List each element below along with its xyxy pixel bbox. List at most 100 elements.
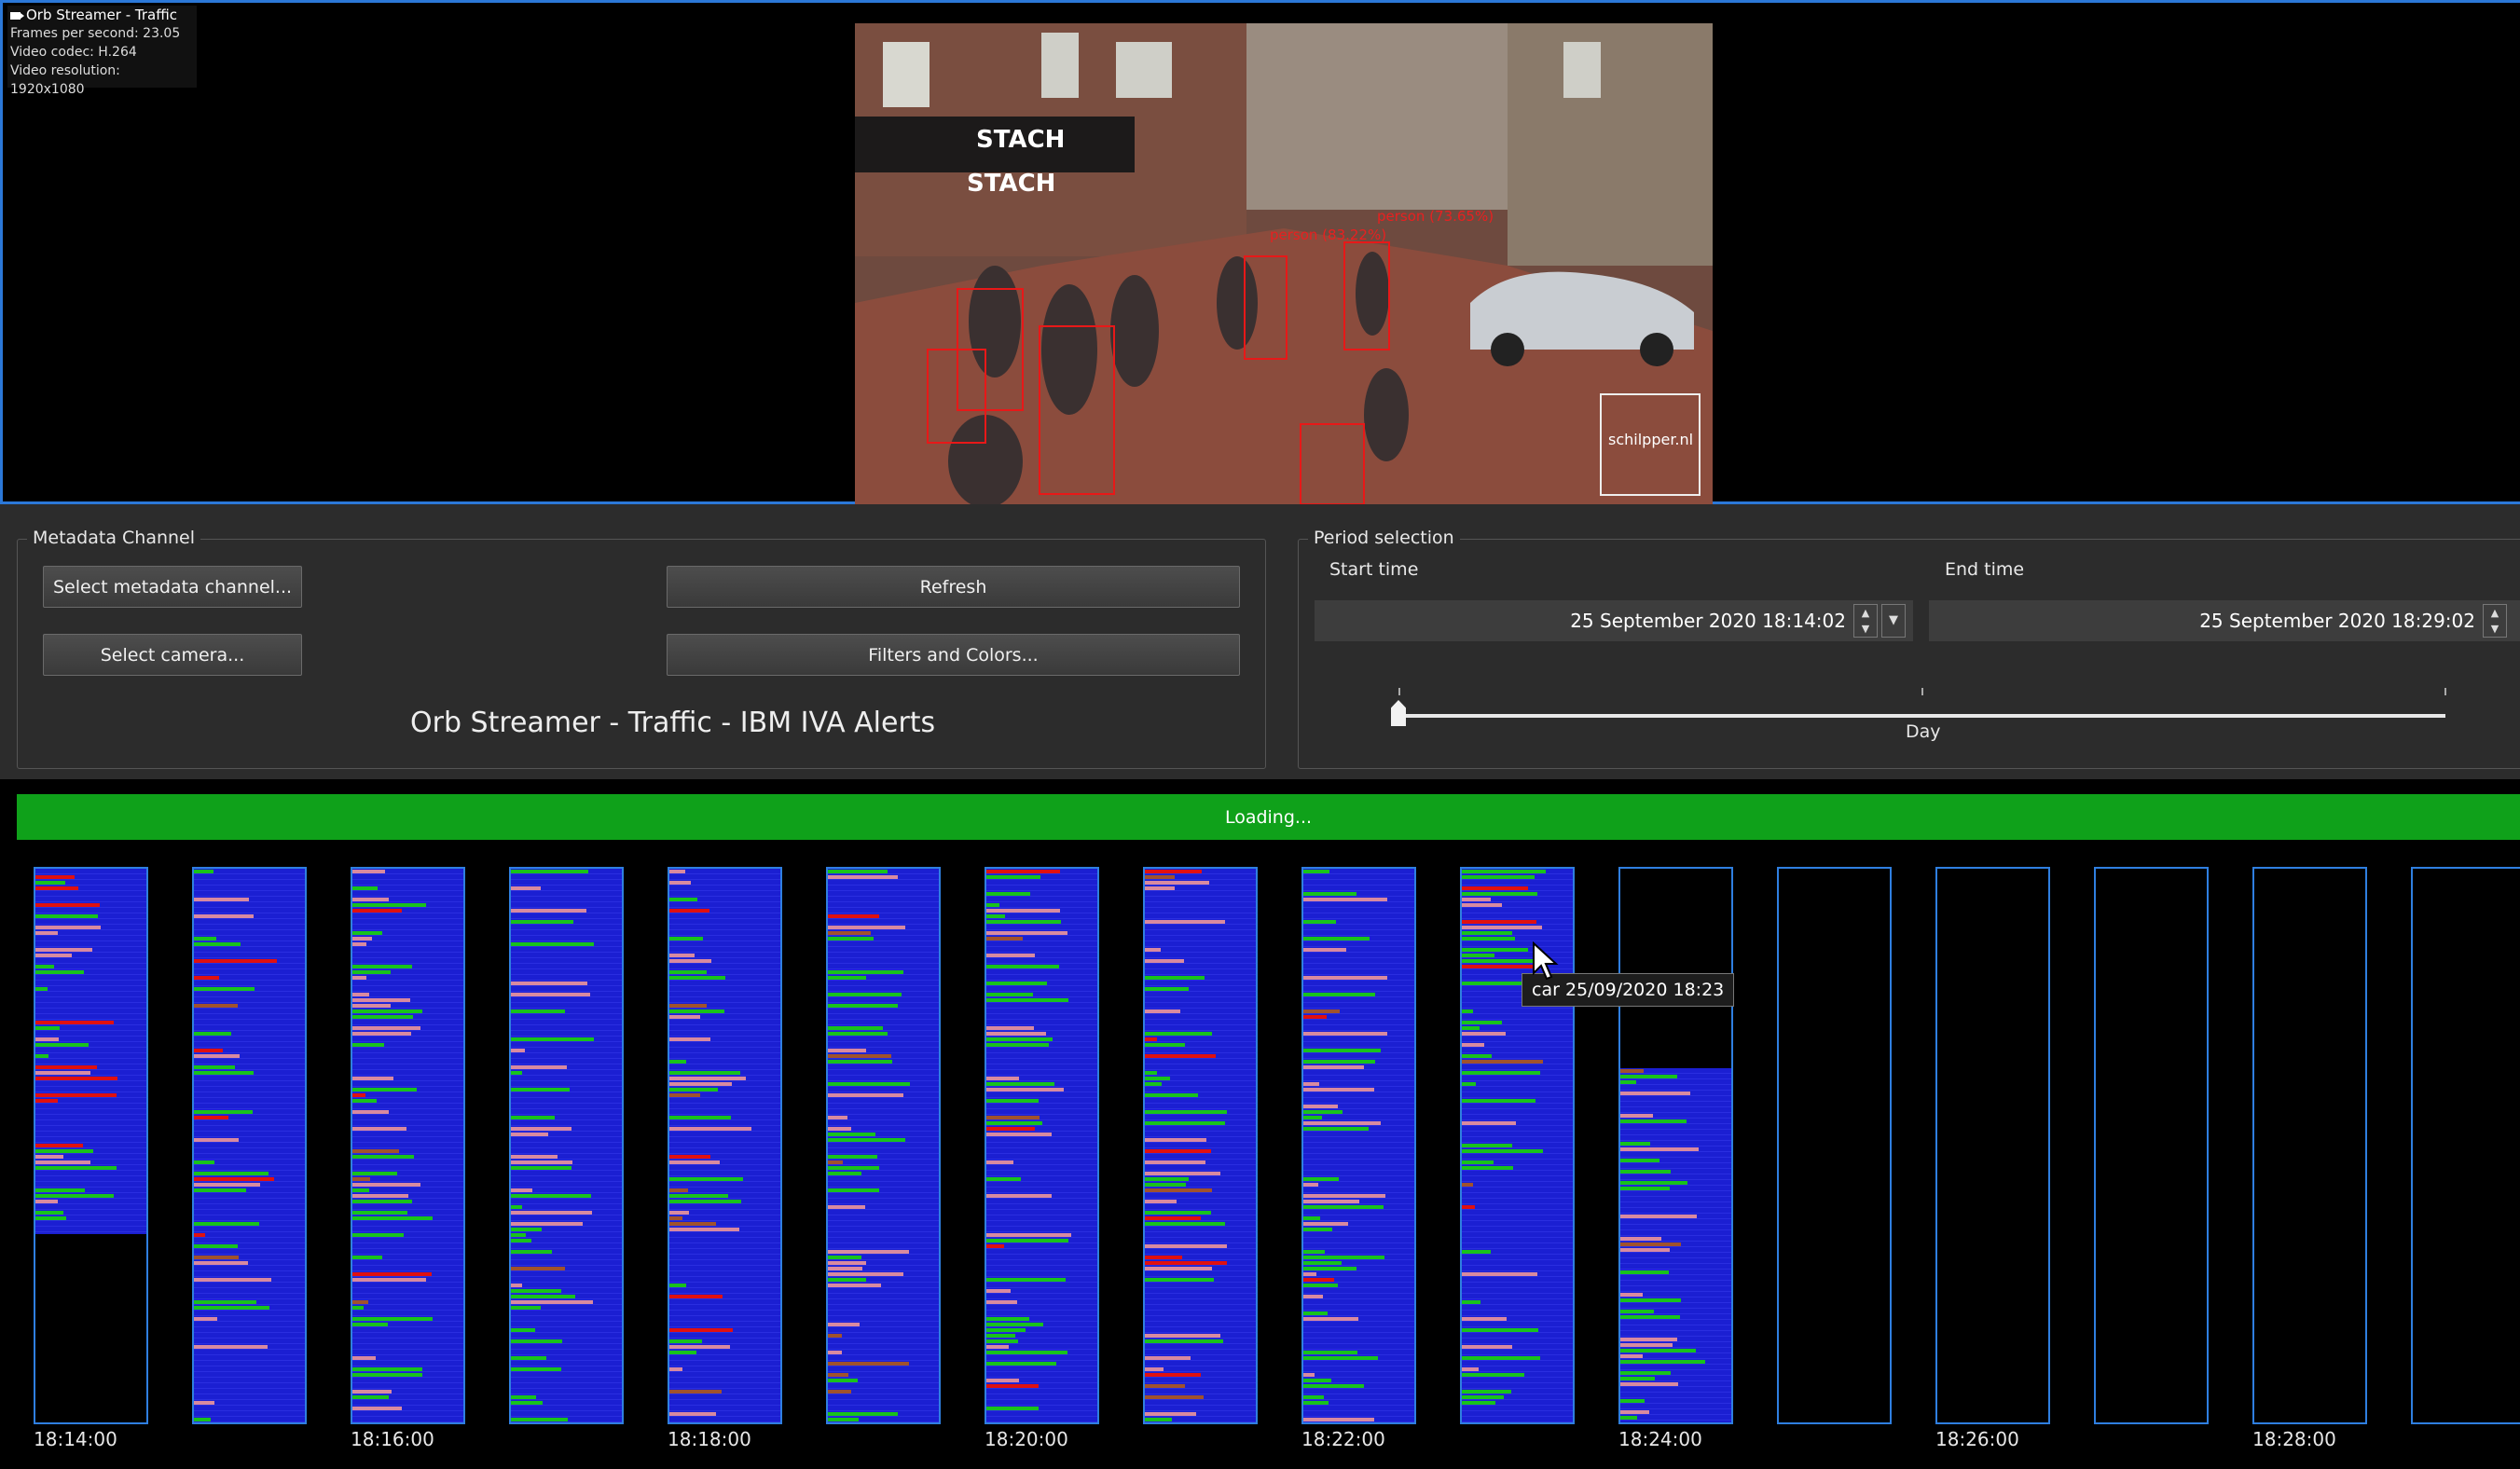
timeline-event[interactable]: [986, 1289, 1011, 1293]
timeline-event[interactable]: [669, 898, 697, 901]
timeline-event[interactable]: [352, 1323, 388, 1326]
timeline-event[interactable]: [35, 1200, 58, 1203]
timeline-event[interactable]: [511, 1295, 575, 1298]
timeline-column[interactable]: [2094, 867, 2209, 1424]
timeline-event[interactable]: [1303, 1177, 1339, 1181]
timeline-event[interactable]: [1145, 1267, 1212, 1270]
timeline-event[interactable]: [352, 1110, 389, 1114]
timeline-event[interactable]: [511, 1233, 526, 1237]
timeline-event[interactable]: [669, 1071, 740, 1075]
timeline-event[interactable]: [1145, 1082, 1162, 1086]
timeline-event[interactable]: [1303, 1009, 1340, 1013]
timeline-event[interactable]: [1145, 1188, 1212, 1192]
timeline-event[interactable]: [511, 1367, 561, 1371]
timeline-event[interactable]: [669, 1295, 723, 1298]
timeline-event[interactable]: [669, 1009, 724, 1013]
timeline-event[interactable]: [1620, 1348, 1696, 1352]
timeline-column[interactable]: [668, 867, 782, 1424]
timeline-event[interactable]: [194, 898, 249, 901]
timeline-event[interactable]: [1620, 1247, 1670, 1252]
timeline-event[interactable]: [828, 1026, 883, 1030]
timeline-event[interactable]: [1620, 1292, 1643, 1297]
timeline-event[interactable]: [1303, 1110, 1343, 1114]
timeline-column[interactable]: [2252, 867, 2367, 1424]
timeline-event[interactable]: [1145, 886, 1175, 890]
timeline-event[interactable]: [828, 1323, 860, 1326]
timeline-event[interactable]: [511, 1155, 558, 1159]
timeline-event[interactable]: [35, 1065, 97, 1069]
timeline-event[interactable]: [1145, 1032, 1212, 1036]
timeline-event[interactable]: [35, 1093, 117, 1097]
timeline-event[interactable]: [828, 976, 866, 980]
timeline-event[interactable]: [986, 909, 1060, 913]
timeline-event[interactable]: [1303, 1116, 1322, 1119]
timeline-event[interactable]: [1462, 1166, 1513, 1170]
timeline-event[interactable]: [986, 1339, 1018, 1343]
timeline-event[interactable]: [986, 1384, 1039, 1388]
timeline-event[interactable]: [828, 1412, 898, 1416]
timeline-event[interactable]: [1462, 1317, 1507, 1321]
timeline-event[interactable]: [986, 1160, 1013, 1164]
timeline-event[interactable]: [35, 965, 54, 968]
timeline-event[interactable]: [511, 1267, 565, 1270]
timeline-event[interactable]: [35, 886, 78, 890]
select-camera-button[interactable]: Select camera...: [43, 634, 302, 676]
timeline-event[interactable]: [1145, 1384, 1185, 1388]
timeline-event[interactable]: [352, 993, 369, 996]
timeline-event[interactable]: [828, 1373, 848, 1377]
timeline-event[interactable]: [194, 959, 277, 963]
timeline-event[interactable]: [669, 970, 707, 974]
timeline-event[interactable]: [194, 914, 254, 918]
timeline-event[interactable]: [1303, 1127, 1369, 1131]
timeline-column[interactable]: [826, 867, 941, 1424]
timeline-event[interactable]: [352, 1172, 397, 1175]
timeline-event[interactable]: [194, 942, 241, 946]
timeline-column[interactable]: [34, 867, 148, 1424]
timeline-event[interactable]: [828, 1379, 858, 1382]
timeline-event[interactable]: [1620, 1342, 1673, 1347]
timeline-event[interactable]: [1303, 1216, 1320, 1220]
timeline-event[interactable]: [669, 1177, 743, 1181]
timeline-event[interactable]: [1462, 948, 1528, 952]
timeline-event[interactable]: [1462, 1345, 1512, 1349]
timeline-event[interactable]: [1620, 1091, 1690, 1095]
timeline-event[interactable]: [352, 1099, 377, 1103]
timeline-event[interactable]: [35, 1188, 85, 1192]
timeline-event[interactable]: [986, 1177, 1021, 1181]
period-slider-track[interactable]: [1396, 714, 2445, 718]
timeline-event[interactable]: [35, 1194, 114, 1198]
timeline-event[interactable]: [669, 1200, 741, 1203]
timeline-event[interactable]: [1462, 1328, 1538, 1332]
timeline-event[interactable]: [828, 1166, 879, 1170]
timeline-event[interactable]: [1620, 1376, 1655, 1380]
timeline-event[interactable]: [194, 1071, 254, 1075]
timeline-event[interactable]: [1620, 1398, 1645, 1403]
timeline-event[interactable]: [828, 926, 905, 929]
timeline-event[interactable]: [194, 870, 213, 873]
timeline-event[interactable]: [1145, 948, 1161, 952]
timeline-event[interactable]: [1462, 1071, 1540, 1075]
timeline-event[interactable]: [669, 881, 691, 885]
timeline-event[interactable]: [669, 1188, 688, 1192]
timeline-event[interactable]: [1462, 1149, 1543, 1153]
timeline-event[interactable]: [1462, 920, 1536, 924]
timeline-event[interactable]: [1145, 1071, 1157, 1075]
timeline-event[interactable]: [1303, 1418, 1374, 1421]
timeline-event[interactable]: [1620, 1119, 1687, 1123]
timeline-event[interactable]: [1620, 1074, 1677, 1078]
timeline-event[interactable]: [511, 870, 588, 873]
timeline-event[interactable]: [1303, 1284, 1338, 1287]
timeline-event[interactable]: [352, 909, 402, 913]
timeline-event[interactable]: [1145, 1177, 1189, 1181]
timeline-event[interactable]: [1462, 1082, 1476, 1086]
timeline-event[interactable]: [511, 993, 590, 996]
refresh-button[interactable]: Refresh: [667, 566, 1240, 608]
start-time-dropdown-icon[interactable]: ▼: [1881, 604, 1906, 638]
timeline-event[interactable]: [828, 1334, 842, 1338]
timeline-event[interactable]: [986, 1043, 1049, 1047]
timeline-event[interactable]: [1620, 1113, 1653, 1118]
timeline-event[interactable]: [352, 937, 372, 940]
timeline-event[interactable]: [1145, 1043, 1185, 1047]
timeline-event[interactable]: [352, 1373, 422, 1377]
timeline-event[interactable]: [669, 1082, 732, 1086]
